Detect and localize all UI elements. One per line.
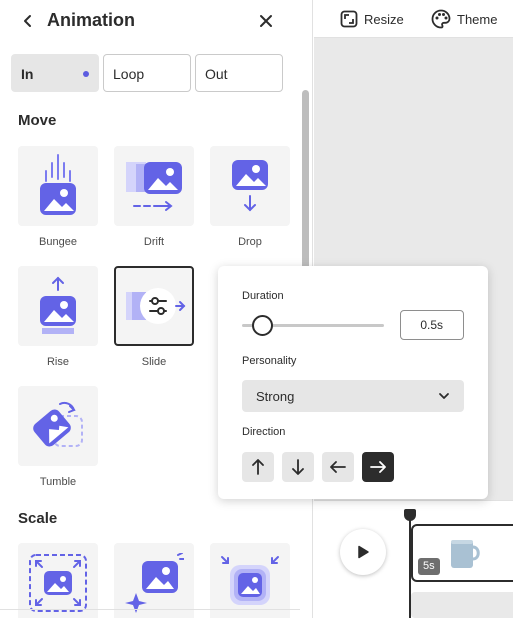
mug-thumbnail-icon xyxy=(451,540,480,568)
active-indicator-dot xyxy=(83,71,89,77)
close-button[interactable] xyxy=(256,11,276,31)
animation-type-tabs: In Loop Out xyxy=(11,54,283,92)
playhead-line xyxy=(409,512,411,618)
drift-icon xyxy=(126,162,182,211)
zoom-icon xyxy=(221,556,279,605)
tab-out-label: Out xyxy=(205,66,228,82)
arrow-down-icon xyxy=(292,459,304,475)
panel-title: Animation xyxy=(47,10,135,30)
resize-icon xyxy=(340,10,358,28)
tile-label-slide: Slide xyxy=(141,356,167,368)
animation-tile-zoom[interactable] xyxy=(210,543,290,618)
direction-right-button[interactable] xyxy=(362,452,394,482)
tab-in[interactable]: In xyxy=(11,54,99,92)
personality-select[interactable]: Strong xyxy=(242,380,464,412)
bungee-icon xyxy=(40,154,76,215)
close-icon xyxy=(260,15,272,27)
rise-icon xyxy=(40,276,76,334)
animation-tile-pop[interactable] xyxy=(114,543,194,618)
arrow-up-icon xyxy=(252,459,264,475)
tile-label-drop: Drop xyxy=(238,236,262,248)
resize-button[interactable]: Resize xyxy=(340,5,404,33)
animation-tile-drop[interactable] xyxy=(210,146,290,226)
playhead-handle[interactable] xyxy=(404,509,416,521)
direction-left-button[interactable] xyxy=(322,452,354,482)
duration-slider-thumb[interactable] xyxy=(252,315,273,336)
back-button[interactable] xyxy=(18,11,38,31)
duration-input[interactable]: 0.5s xyxy=(400,310,464,340)
tile-label-rise: Rise xyxy=(46,356,69,368)
play-icon xyxy=(358,545,369,559)
tab-in-label: In xyxy=(21,66,34,82)
arrow-left-icon xyxy=(330,461,346,473)
direction-down-button[interactable] xyxy=(282,452,314,482)
section-title-move: Move xyxy=(18,112,57,129)
direction-button-group xyxy=(242,452,394,482)
personality-label: Personality xyxy=(242,355,297,367)
tile-label-tumble: Tumble xyxy=(39,476,77,488)
panel-header: Animation xyxy=(0,0,300,42)
chevron-down-icon xyxy=(439,393,449,399)
animation-settings-popover: Duration 0.5s Personality Strong Directi… xyxy=(218,266,488,499)
animation-tile-bungee[interactable] xyxy=(18,146,98,226)
timeline-track-next[interactable] xyxy=(411,592,513,618)
palette-icon xyxy=(431,9,451,29)
section-title-scale: Scale xyxy=(18,510,58,527)
tumble-icon xyxy=(33,401,83,447)
animation-tile-drift[interactable] xyxy=(114,146,194,226)
animation-tile-tumble[interactable] xyxy=(18,386,98,466)
personality-value: Strong xyxy=(256,388,295,404)
tab-out[interactable]: Out xyxy=(195,54,283,92)
scale-in-icon xyxy=(29,554,87,612)
scrollbar-thumb[interactable] xyxy=(302,90,309,290)
drop-icon xyxy=(232,160,268,212)
canvas-toolbar: Resize Theme xyxy=(314,0,513,38)
tile-label-drift: Drift xyxy=(143,236,165,248)
chevron-left-icon xyxy=(24,15,31,27)
theme-label: Theme xyxy=(457,11,498,27)
animation-tile-scale[interactable] xyxy=(18,543,98,618)
direction-label: Direction xyxy=(242,426,286,438)
animation-tile-slide[interactable] xyxy=(114,266,194,346)
tab-loop-label: Loop xyxy=(113,66,145,82)
animation-editor: Animation In Loop Out Move Bungee Drift … xyxy=(0,0,513,618)
theme-button[interactable]: Theme xyxy=(431,5,497,33)
direction-up-button[interactable] xyxy=(242,452,274,482)
clip-duration-badge: 5s xyxy=(418,558,440,575)
play-button[interactable] xyxy=(340,529,386,575)
tab-loop[interactable]: Loop xyxy=(103,54,191,92)
duration-label: Duration xyxy=(242,290,284,302)
pop-icon xyxy=(125,553,184,613)
animation-tile-rise[interactable] xyxy=(18,266,98,346)
panel-bottom-divider xyxy=(0,609,300,610)
tile-label-bungee: Bungee xyxy=(39,236,77,248)
slide-icon xyxy=(126,288,186,324)
resize-label: Resize xyxy=(364,11,404,27)
arrow-right-icon xyxy=(370,461,386,473)
